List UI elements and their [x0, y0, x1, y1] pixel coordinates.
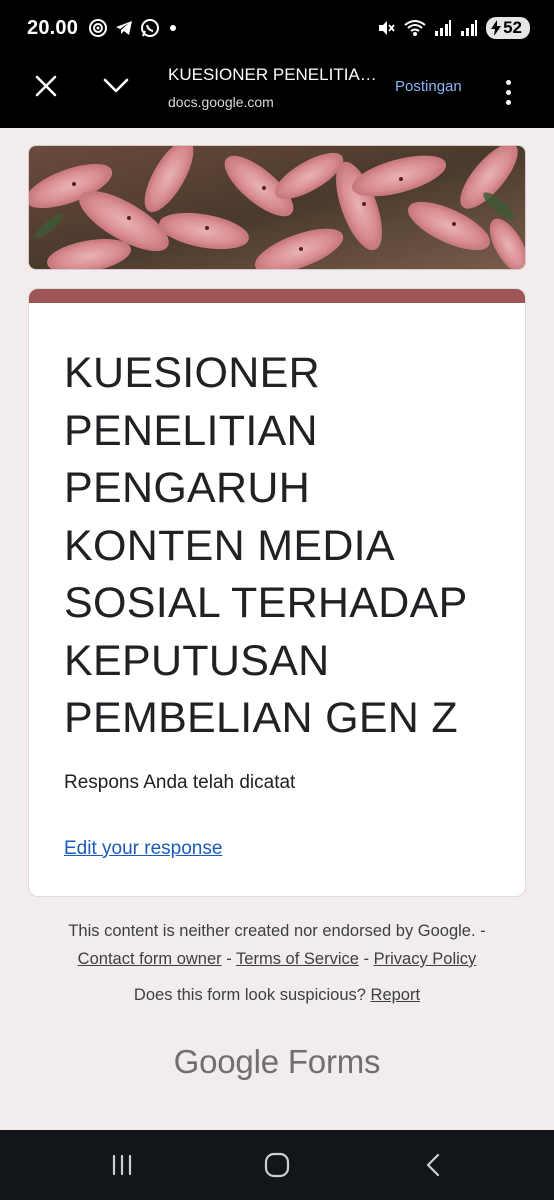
status-time: 20.00 — [27, 16, 79, 39]
separator: - — [226, 950, 232, 968]
lily-flowers-image — [29, 146, 525, 269]
card-accent-bar — [29, 289, 525, 303]
logo-google-text: Google — [173, 1043, 279, 1080]
terms-link[interactable]: Terms of Service — [236, 950, 359, 968]
status-bar: 20.00 52 — [0, 0, 554, 56]
edit-response-link[interactable]: Edit your response — [64, 838, 222, 860]
page-title: KUESIONER PENELITIAN PENGARUH KONTEN MED… — [168, 65, 378, 84]
signal-icon — [435, 20, 452, 36]
contact-owner-link[interactable]: Contact form owner — [78, 950, 222, 968]
recent-apps-button[interactable] — [107, 1150, 137, 1180]
page-url: docs.google.com — [168, 94, 274, 110]
suspicious-row: Does this form look suspicious? Report — [0, 986, 554, 1005]
header-banner-image — [28, 145, 526, 270]
minimize-button[interactable] — [96, 66, 136, 106]
settings-ring-icon — [89, 19, 108, 37]
suspicious-question: Does this form look suspicious? — [133, 986, 366, 1004]
chevron-down-icon — [103, 78, 129, 93]
custom-tab-toolbar: KUESIONER PENELITIAN PENGARUH KONTEN MED… — [0, 56, 554, 128]
privacy-link[interactable]: Privacy Policy — [374, 950, 477, 968]
report-link[interactable]: Report — [371, 986, 421, 1004]
notification-dot — [170, 25, 177, 31]
response-recorded-message: Respons Anda telah dicatat — [64, 771, 296, 793]
page-content: KUESIONER PENELITIAN PENGARUH KONTEN MED… — [0, 128, 554, 1130]
back-icon — [426, 1153, 440, 1177]
footer-links: Contact form owner - Terms of Service - … — [0, 948, 554, 970]
more-vert-icon — [505, 79, 511, 85]
close-button[interactable] — [26, 66, 66, 106]
postingan-button[interactable]: Postingan — [395, 78, 462, 95]
signal-icon — [461, 20, 478, 36]
separator: - — [363, 950, 370, 968]
logo-forms-text: Forms — [287, 1043, 381, 1080]
battery-level: 52 — [503, 18, 522, 37]
form-footer: This content is neither created nor endo… — [0, 920, 554, 1081]
page-info[interactable]: KUESIONER PENELITIAN PENGARUH KONTEN MED… — [168, 65, 378, 110]
system-status-icons: 52 — [376, 17, 530, 39]
mute-icon — [379, 21, 395, 35]
back-button[interactable] — [418, 1150, 448, 1180]
telegram-icon — [116, 21, 133, 35]
notification-icons — [88, 18, 160, 38]
whatsapp-icon — [141, 19, 160, 37]
close-icon — [35, 75, 57, 97]
form-title: KUESIONER PENELITIAN PENGARUH KONTEN MED… — [64, 349, 467, 742]
google-forms-logo[interactable]: Google Forms — [0, 1043, 554, 1081]
wifi-icon — [404, 20, 426, 36]
battery-indicator: 52 — [486, 17, 530, 39]
charging-icon — [491, 20, 502, 36]
home-icon — [264, 1152, 290, 1178]
recent-apps-icon — [112, 1154, 132, 1176]
form-card: KUESIONER PENELITIAN PENGARUH KONTEN MED… — [28, 288, 526, 897]
home-button[interactable] — [262, 1150, 292, 1180]
more-options-button[interactable] — [496, 70, 520, 114]
system-navigation-bar — [0, 1130, 554, 1200]
disclaimer-text: This content is neither created nor endo… — [68, 922, 486, 940]
